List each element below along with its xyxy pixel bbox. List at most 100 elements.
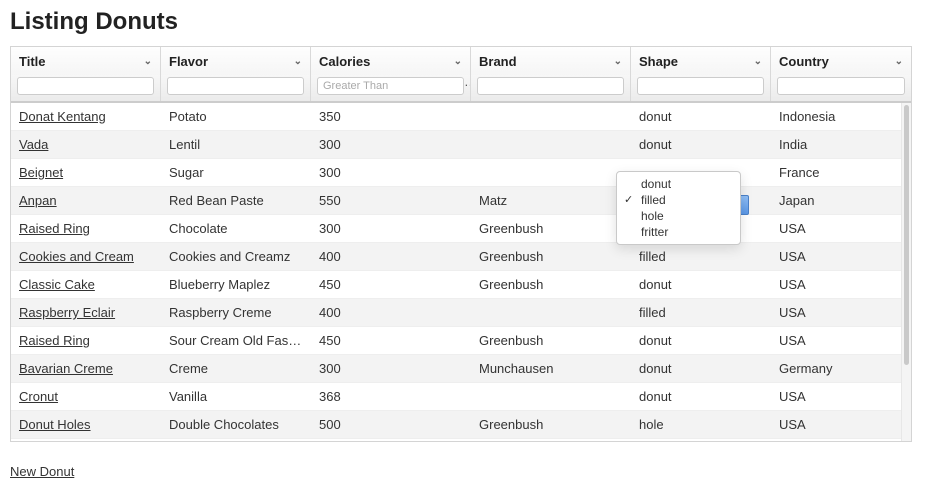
cell-calories[interactable]: 300 [311,131,471,158]
cell-brand[interactable]: Greenbush [471,243,631,270]
cell-calories[interactable]: 450 [311,327,471,354]
cell-shape[interactable]: donut [631,327,771,354]
cell-shape[interactable]: filled [631,299,771,326]
row-title-link[interactable]: Raised Ring [19,333,90,348]
row-title-link[interactable]: Cronut [19,389,58,404]
col-header-brand-label: Brand [479,54,517,69]
cell-flavor[interactable]: Lentil [161,131,311,158]
row-title-link[interactable]: Donat Kentang [19,109,106,124]
cell-country[interactable]: USA [771,243,911,270]
filter-shape-input[interactable] [637,77,764,95]
cell-brand[interactable]: Greenbush [471,215,631,242]
cell-brand[interactable]: Munchausen [471,355,631,382]
cell-brand[interactable] [471,299,631,326]
filter-country-input[interactable] [777,77,905,95]
shape-option-filled[interactable]: ✓filled [617,192,740,208]
cell-calories[interactable]: 300 [311,215,471,242]
shape-option-fritter[interactable]: fritter [617,224,740,240]
shape-option-donut[interactable]: donut [617,176,740,192]
cell-calories[interactable]: 450 [311,271,471,298]
filter-brand-input[interactable] [477,77,624,95]
col-header-title-label: Title [19,54,46,69]
row-title-link[interactable]: Raised Ring [19,221,90,236]
cell-calories[interactable]: 300 [311,355,471,382]
filter-flavor-input[interactable] [167,77,304,95]
cell-shape[interactable]: donut [631,271,771,298]
col-header-brand[interactable]: Brand⌄ [471,47,631,75]
cell-shape[interactable]: donut [631,131,771,158]
cell-flavor[interactable]: Creme [161,355,311,382]
scrollbar-thumb[interactable] [904,105,909,365]
cell-brand[interactable] [471,131,631,158]
row-title-link[interactable]: Vada [19,137,48,152]
col-header-country[interactable]: Country⌄ [771,47,911,75]
cell-calories[interactable]: 400 [311,299,471,326]
cell-flavor[interactable]: Double Chocolates [161,411,311,438]
col-header-flavor[interactable]: Flavor⌄ [161,47,311,75]
row-title-link[interactable]: Donut Holes [19,417,91,432]
cell-calories[interactable]: 400 [311,243,471,270]
cell-brand[interactable]: Greenbush [471,271,631,298]
cell-country[interactable]: USA [771,215,911,242]
cell-shape[interactable]: hole [631,411,771,438]
cell-flavor[interactable]: Cookies and Creamz [161,243,311,270]
scrollbar[interactable] [901,103,911,441]
cell-country[interactable]: USA [771,327,911,354]
cell-calories[interactable]: 300 [311,159,471,186]
table-body: Donat KentangPotato350donutIndonesiaVada… [11,103,911,441]
cell-shape[interactable]: donut [631,355,771,382]
data-grid: Title⌄ Flavor⌄ Calories⌄ Brand⌄ Shape⌄ C… [10,46,912,442]
shape-option-hole[interactable]: hole [617,208,740,224]
filter-calories-gt-input[interactable] [317,77,464,95]
col-header-shape[interactable]: Shape⌄ [631,47,771,75]
col-header-title[interactable]: Title⌄ [11,47,161,75]
cell-shape[interactable]: donut [631,103,771,130]
new-donut-link[interactable]: New Donut [10,464,74,479]
cell-country[interactable]: Japan [771,187,911,214]
cell-country[interactable]: USA [771,411,911,438]
shape-dropdown[interactable]: donut ✓filled hole fritter [616,171,741,245]
cell-shape[interactable]: filled [631,243,771,270]
shape-option-label: fritter [641,225,668,239]
cell-brand[interactable]: Greenbush [471,411,631,438]
cell-calories[interactable]: 550 [311,187,471,214]
cell-country[interactable]: USA [771,383,911,410]
cell-calories[interactable]: 368 [311,383,471,410]
shape-option-label: donut [641,177,671,191]
cell-flavor[interactable]: Potato [161,103,311,130]
cell-brand[interactable]: Greenbush [471,327,631,354]
row-title-link[interactable]: Classic Cake [19,277,95,292]
row-title-link[interactable]: Cookies and Cream [19,249,134,264]
row-title-link[interactable]: Raspberry Eclair [19,305,115,320]
cell-country[interactable]: Germany [771,355,911,382]
col-header-calories[interactable]: Calories⌄ [311,47,471,75]
cell-country[interactable]: USA [771,271,911,298]
cell-shape[interactable]: donut [631,383,771,410]
cell-brand[interactable] [471,103,631,130]
cell-country[interactable]: USA [771,299,911,326]
row-title-link[interactable]: Bavarian Creme [19,361,113,376]
cell-brand[interactable] [471,383,631,410]
cell-calories[interactable]: 350 [311,103,471,130]
cell-title: Beignet [11,159,161,186]
col-header-country-label: Country [779,54,829,69]
cell-flavor[interactable]: Vanilla [161,383,311,410]
cell-flavor[interactable]: Chocolate [161,215,311,242]
cell-country[interactable]: India [771,131,911,158]
cell-calories[interactable]: 500 [311,411,471,438]
cell-title: Donut Holes [11,411,161,438]
cell-brand[interactable]: Matz [471,187,631,214]
page-title: Listing Donuts [10,8,915,36]
cell-flavor[interactable]: Sour Cream Old Fash... [161,327,311,354]
row-title-link[interactable]: Beignet [19,165,63,180]
chevron-down-icon: ⌄ [454,56,462,67]
cell-country[interactable]: France [771,159,911,186]
cell-flavor[interactable]: Sugar [161,159,311,186]
row-title-link[interactable]: Anpan [19,193,57,208]
cell-flavor[interactable]: Blueberry Maplez [161,271,311,298]
cell-flavor[interactable]: Red Bean Paste [161,187,311,214]
cell-flavor[interactable]: Raspberry Creme [161,299,311,326]
cell-brand[interactable] [471,159,631,186]
cell-country[interactable]: Indonesia [771,103,911,130]
filter-title-input[interactable] [17,77,154,95]
